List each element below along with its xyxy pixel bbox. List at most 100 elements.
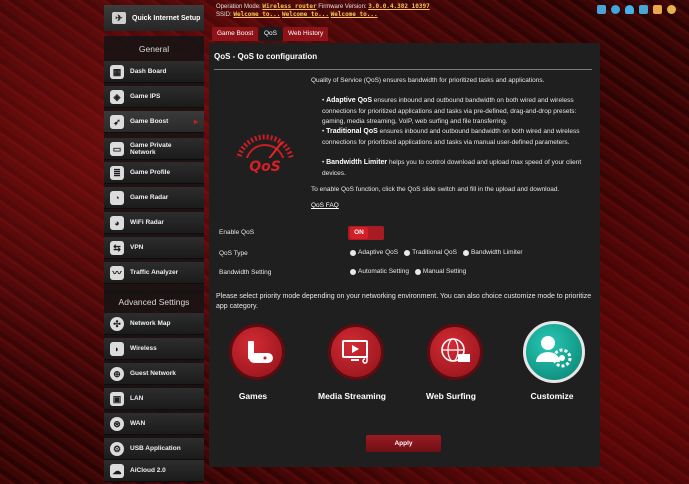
- tab-qos[interactable]: QoS: [259, 27, 283, 41]
- radio-dot: [414, 268, 421, 275]
- sidebar-item-wireless[interactable]: ◗ Wireless: [104, 338, 204, 360]
- sidebar-item-aicloud[interactable]: ☁ AiCloud 2.0: [104, 460, 204, 482]
- settings-icon[interactable]: [667, 5, 676, 14]
- ssid-link[interactable]: Welcome to...: [282, 11, 329, 18]
- intro-text: Quality of Service (QoS) ensures bandwid…: [311, 77, 545, 84]
- advanced-heading: Advanced Settings: [118, 297, 190, 307]
- tab-game-boost[interactable]: Game Boost: [212, 27, 259, 41]
- gamepad-icon: [248, 341, 273, 363]
- category-customize[interactable]: [523, 321, 585, 383]
- sidebar-item-label: Dash Board: [130, 68, 167, 75]
- ssid-link[interactable]: Welcome to...: [233, 11, 280, 18]
- radio-label: Traditional QoS: [412, 249, 457, 256]
- category-label-web: Web Surfing: [426, 391, 476, 401]
- radio-traditional-qos[interactable]: Traditional QoS: [404, 249, 457, 256]
- sidebar-item-dashboard[interactable]: ▦ Dash Board: [104, 61, 204, 83]
- active-indicator-icon: ▸: [193, 117, 198, 126]
- radio-label: Adaptive QoS: [358, 249, 399, 256]
- sidebar-item-game-radar[interactable]: ◔ Game Radar: [104, 187, 204, 209]
- category-label-media: Media Streaming: [317, 391, 387, 401]
- sidebar-item-game-profile[interactable]: ≣ Game Profile: [104, 162, 204, 184]
- guest-network-icon: ⊕: [110, 366, 124, 381]
- sidebar-item-label: Traffic Analyzer: [130, 269, 179, 276]
- sidebar-item-label: Game Private Network: [130, 141, 172, 156]
- sidebar-item-label: Game Profile: [130, 169, 171, 176]
- category-games[interactable]: [229, 324, 285, 380]
- wireless-icon: ◗: [110, 341, 124, 356]
- user-icon[interactable]: [625, 5, 634, 14]
- ssid-label: SSID:: [216, 12, 232, 18]
- bandwidth-radio-group: Automatic Setting Manual Setting: [350, 268, 470, 277]
- bullet-title: Adaptive QoS: [326, 97, 372, 104]
- radio-dot: [462, 249, 469, 256]
- qos-type-label: QoS Type: [219, 250, 248, 257]
- priority-note: Please select priority mode depending on…: [216, 293, 592, 310]
- sidebar-item-traffic-analyzer[interactable]: 〰 Traffic Analyzer: [104, 262, 204, 284]
- radio-dot: [350, 249, 356, 256]
- sidebar-item-game-private-network[interactable]: ▭ Game Private Network: [104, 138, 204, 160]
- radio-dot: [350, 268, 356, 275]
- sidebar-item-game-ips[interactable]: ◈ Game IPS: [104, 86, 204, 108]
- tab-web-history[interactable]: Web History: [283, 27, 329, 41]
- quick-internet-setup[interactable]: ✈ Quick Internet Setup: [104, 5, 204, 31]
- sidebar-item-label: AiCloud 2.0: [130, 467, 166, 474]
- radio-dot: [404, 249, 411, 256]
- sidebar-item-label: WiFi Radar: [130, 219, 164, 226]
- bullet-traditional: • Traditional QoS ensures inbound and ou…: [322, 128, 580, 146]
- wand-icon: ✈: [112, 12, 126, 24]
- qos-faq-link[interactable]: QoS FAQ: [311, 201, 339, 212]
- bell-icon[interactable]: [653, 5, 662, 14]
- sidebar-item-label: LAN: [130, 395, 144, 402]
- toggle-state-label: ON: [350, 227, 368, 239]
- ssid-link[interactable]: Welcome to...: [331, 11, 378, 18]
- sidebar-item-label: Game Radar: [130, 194, 169, 201]
- sidebar-item-label: WAN: [130, 420, 146, 427]
- sidebar-item-guest-network[interactable]: ⊕ Guest Network: [104, 363, 204, 385]
- cloud-icon: ☁: [110, 463, 124, 478]
- qos-logo-icon: QoS: [226, 124, 304, 176]
- sidebar-item-label: Network Map: [130, 320, 171, 327]
- firmware-label: Firmware Version:: [318, 4, 367, 10]
- dongle-icon[interactable]: [639, 5, 648, 14]
- enable-qos-toggle[interactable]: ON: [348, 226, 384, 240]
- sidebar-item-usb-application[interactable]: ⚙ USB Application: [104, 438, 204, 460]
- sidebar-item-wifi-radar[interactable]: ◕ WiFi Radar: [104, 212, 204, 234]
- lan-icon: ▣: [110, 391, 124, 406]
- quick-setup-label: Quick Internet Setup: [132, 14, 201, 22]
- status-icons: [597, 5, 676, 14]
- radio-label: Bandwidth Limiter: [470, 249, 523, 256]
- firmware-link[interactable]: 3.0.0.4.382_10397: [368, 3, 429, 10]
- radio-label: Automatic Setting: [358, 268, 409, 275]
- sidebar-item-label: Game Boost: [130, 118, 169, 125]
- profile-icon: ≣: [110, 165, 124, 180]
- gear-network-icon[interactable]: [611, 5, 620, 14]
- wan-icon: ⊛: [110, 416, 124, 431]
- op-mode-link[interactable]: Wireless router: [262, 3, 316, 10]
- sidebar-item-game-boost[interactable]: ➶ Game Boost ▸: [104, 111, 204, 133]
- sidebar-item-label: Game IPS: [130, 93, 161, 100]
- radio-manual-setting[interactable]: Manual Setting: [414, 268, 466, 275]
- radio-bandwidth-limiter[interactable]: Bandwidth Limiter: [462, 249, 523, 256]
- vpn-icon: ⇆: [110, 240, 124, 255]
- bullet-title: Traditional QoS: [326, 128, 378, 135]
- enable-note: To enable QoS function, click the QoS sl…: [311, 186, 560, 193]
- bullet-adaptive: • Adaptive QoS ensures inbound and outbo…: [322, 97, 577, 126]
- sidebar-item-lan[interactable]: ▣ LAN: [104, 388, 204, 410]
- sidebar-item-label: Wireless: [130, 345, 157, 352]
- sidebar-item-network-map[interactable]: ✣ Network Map: [104, 313, 204, 335]
- radio-adaptive-qos[interactable]: Adaptive QoS: [350, 249, 398, 256]
- rocket-icon: ➶: [110, 114, 124, 129]
- category-web-surfing[interactable]: [427, 324, 483, 380]
- sidebar-item-label: VPN: [130, 244, 144, 251]
- usb-icon[interactable]: [597, 5, 606, 14]
- category-media-streaming[interactable]: [328, 324, 384, 380]
- bullet-limiter: • Bandwidth Limiter helps you to control…: [322, 159, 582, 177]
- apply-button[interactable]: Apply: [366, 435, 441, 452]
- sidebar-item-vpn[interactable]: ⇆ VPN: [104, 237, 204, 259]
- usb-app-icon: ⚙: [110, 441, 124, 456]
- traffic-icon: 〰: [110, 265, 124, 280]
- media-icon: [342, 340, 368, 364]
- sidebar-item-wan[interactable]: ⊛ WAN: [104, 413, 204, 435]
- radio-automatic-setting[interactable]: Automatic Setting: [350, 268, 409, 275]
- op-mode-label: Operation Mode:: [216, 4, 261, 10]
